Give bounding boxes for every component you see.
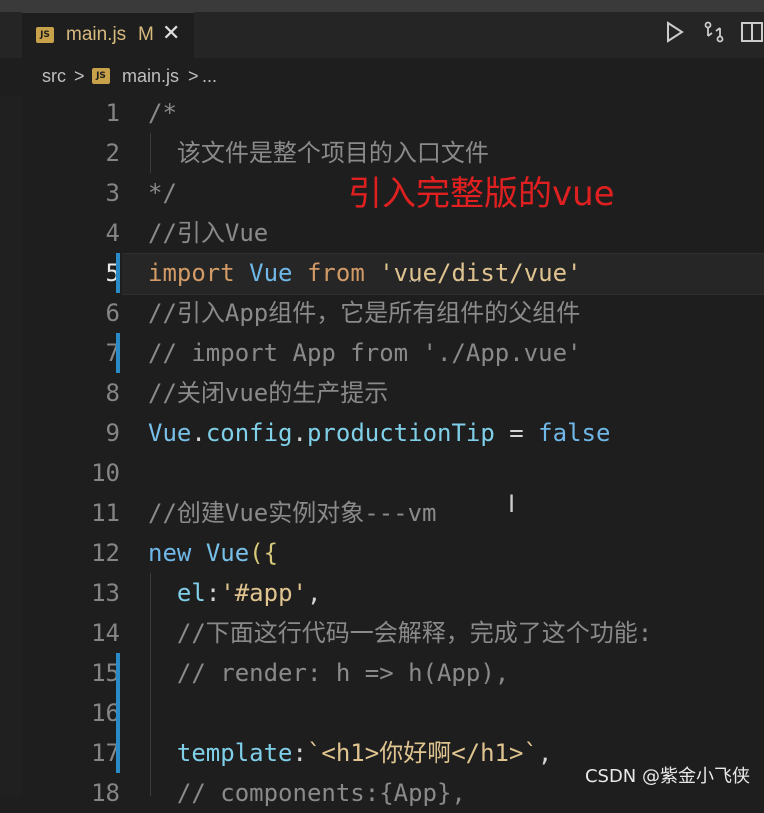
string-token: '#app' — [220, 579, 307, 607]
line-number: 6 — [105, 299, 120, 327]
split-editor-icon[interactable] — [740, 20, 764, 44]
line-number: 12 — [91, 539, 120, 567]
line-number: 5 — [105, 259, 120, 287]
tab-file-name: main.js — [66, 24, 127, 45]
line-number: 18 — [91, 779, 120, 807]
code-line-12: new Vue({ — [148, 533, 278, 573]
breadcrumb-chevron: > — [188, 66, 199, 86]
code-line-11: //创建Vue实例对象---vm — [148, 499, 437, 527]
property-token: productionTip — [306, 419, 495, 447]
code-line-8: //关闭vue的生产提示 — [148, 379, 389, 407]
annotation-text: 引入完整版的vue — [348, 174, 615, 214]
line-number: 17 — [91, 739, 120, 767]
keyword-token: from — [306, 259, 365, 287]
breadcrumb-symbols[interactable]: ... — [202, 66, 217, 87]
line-number: 1 — [105, 99, 120, 127]
line-number: 10 — [91, 459, 120, 487]
line-number: 8 — [105, 379, 120, 407]
code-line-18: // components:{App}, — [148, 779, 466, 807]
property-token: template — [176, 739, 293, 767]
modified-indicator: M — [138, 24, 154, 45]
code-line-5: import Vue from 'vue/dist/vue' — [148, 253, 582, 293]
indent-token — [148, 739, 177, 767]
line-number: 15 — [91, 659, 120, 687]
template-string-token: `<h1>你好啊</h1>` — [306, 739, 538, 767]
identifier-token: Vue — [249, 259, 293, 287]
code-line-3: */ — [148, 179, 177, 207]
object-token: Vue — [148, 419, 192, 447]
js-file-icon: JS — [36, 27, 54, 43]
line-number: 14 — [91, 619, 120, 647]
breadcrumb: src > JS main.js > ... — [0, 58, 764, 96]
boolean-token: false — [538, 419, 611, 447]
code-line-1: /* — [148, 99, 177, 127]
tab-main-js[interactable]: JS main.js M ✕ — [22, 12, 194, 59]
code-line-14: //下面这行代码一会解释，完成了这个功能: — [148, 619, 653, 647]
hover-dots: ... — [408, 270, 422, 286]
text-cursor-icon: I — [508, 490, 516, 518]
line-number: 11 — [91, 499, 120, 527]
code-line-4: //引入Vue — [148, 219, 269, 247]
code-line-7: // import App from './App.vue' — [148, 339, 582, 367]
property-token: config — [205, 419, 293, 447]
modified-line-marker[interactable] — [116, 653, 120, 773]
code-line-15: // render: h => h(App), — [148, 659, 510, 687]
code-line-6: //引入App组件，它是所有组件的父组件 — [148, 299, 581, 327]
line-number: 9 — [105, 419, 120, 447]
comma-token: , — [306, 579, 322, 607]
bracket-token: ({ — [249, 539, 279, 567]
code-line-9: Vue.config.productionTip = false — [148, 413, 610, 453]
operator-token: = — [494, 419, 539, 447]
keyword-token: import — [148, 259, 235, 287]
watermark: CSDN @紫金小飞侠 — [584, 766, 750, 787]
dot-token: . — [292, 419, 307, 447]
js-file-icon: JS — [92, 68, 110, 84]
modified-line-marker[interactable] — [116, 333, 120, 373]
breadcrumb-file[interactable]: main.js — [122, 66, 179, 87]
line-number: 7 — [105, 339, 120, 367]
line-number: 4 — [105, 219, 120, 247]
line-number: 3 — [105, 179, 120, 207]
run-icon[interactable] — [664, 20, 686, 44]
dot-token: . — [191, 419, 206, 447]
window-top-strip — [0, 0, 764, 12]
line-number: 16 — [91, 699, 120, 727]
line-number: 2 — [105, 139, 120, 167]
close-tab-button[interactable]: ✕ — [162, 21, 180, 46]
colon-token: : — [205, 579, 221, 607]
breadcrumb-chevron: > — [74, 66, 85, 86]
indent-token — [148, 579, 177, 607]
identifier-token: Vue — [205, 539, 250, 567]
colon-token: : — [292, 739, 307, 767]
comma-token: , — [537, 739, 553, 767]
code-line-17: template:`<h1>你好啊</h1>`, — [148, 733, 552, 773]
property-token: el — [176, 579, 206, 607]
keyword-token: new — [148, 539, 192, 567]
line-number: 13 — [91, 579, 120, 607]
compare-changes-icon[interactable] — [702, 20, 726, 44]
breadcrumb-folder[interactable]: src — [42, 66, 66, 87]
code-line-13: el:'#app', — [148, 573, 322, 613]
modified-line-marker[interactable] — [116, 253, 120, 293]
